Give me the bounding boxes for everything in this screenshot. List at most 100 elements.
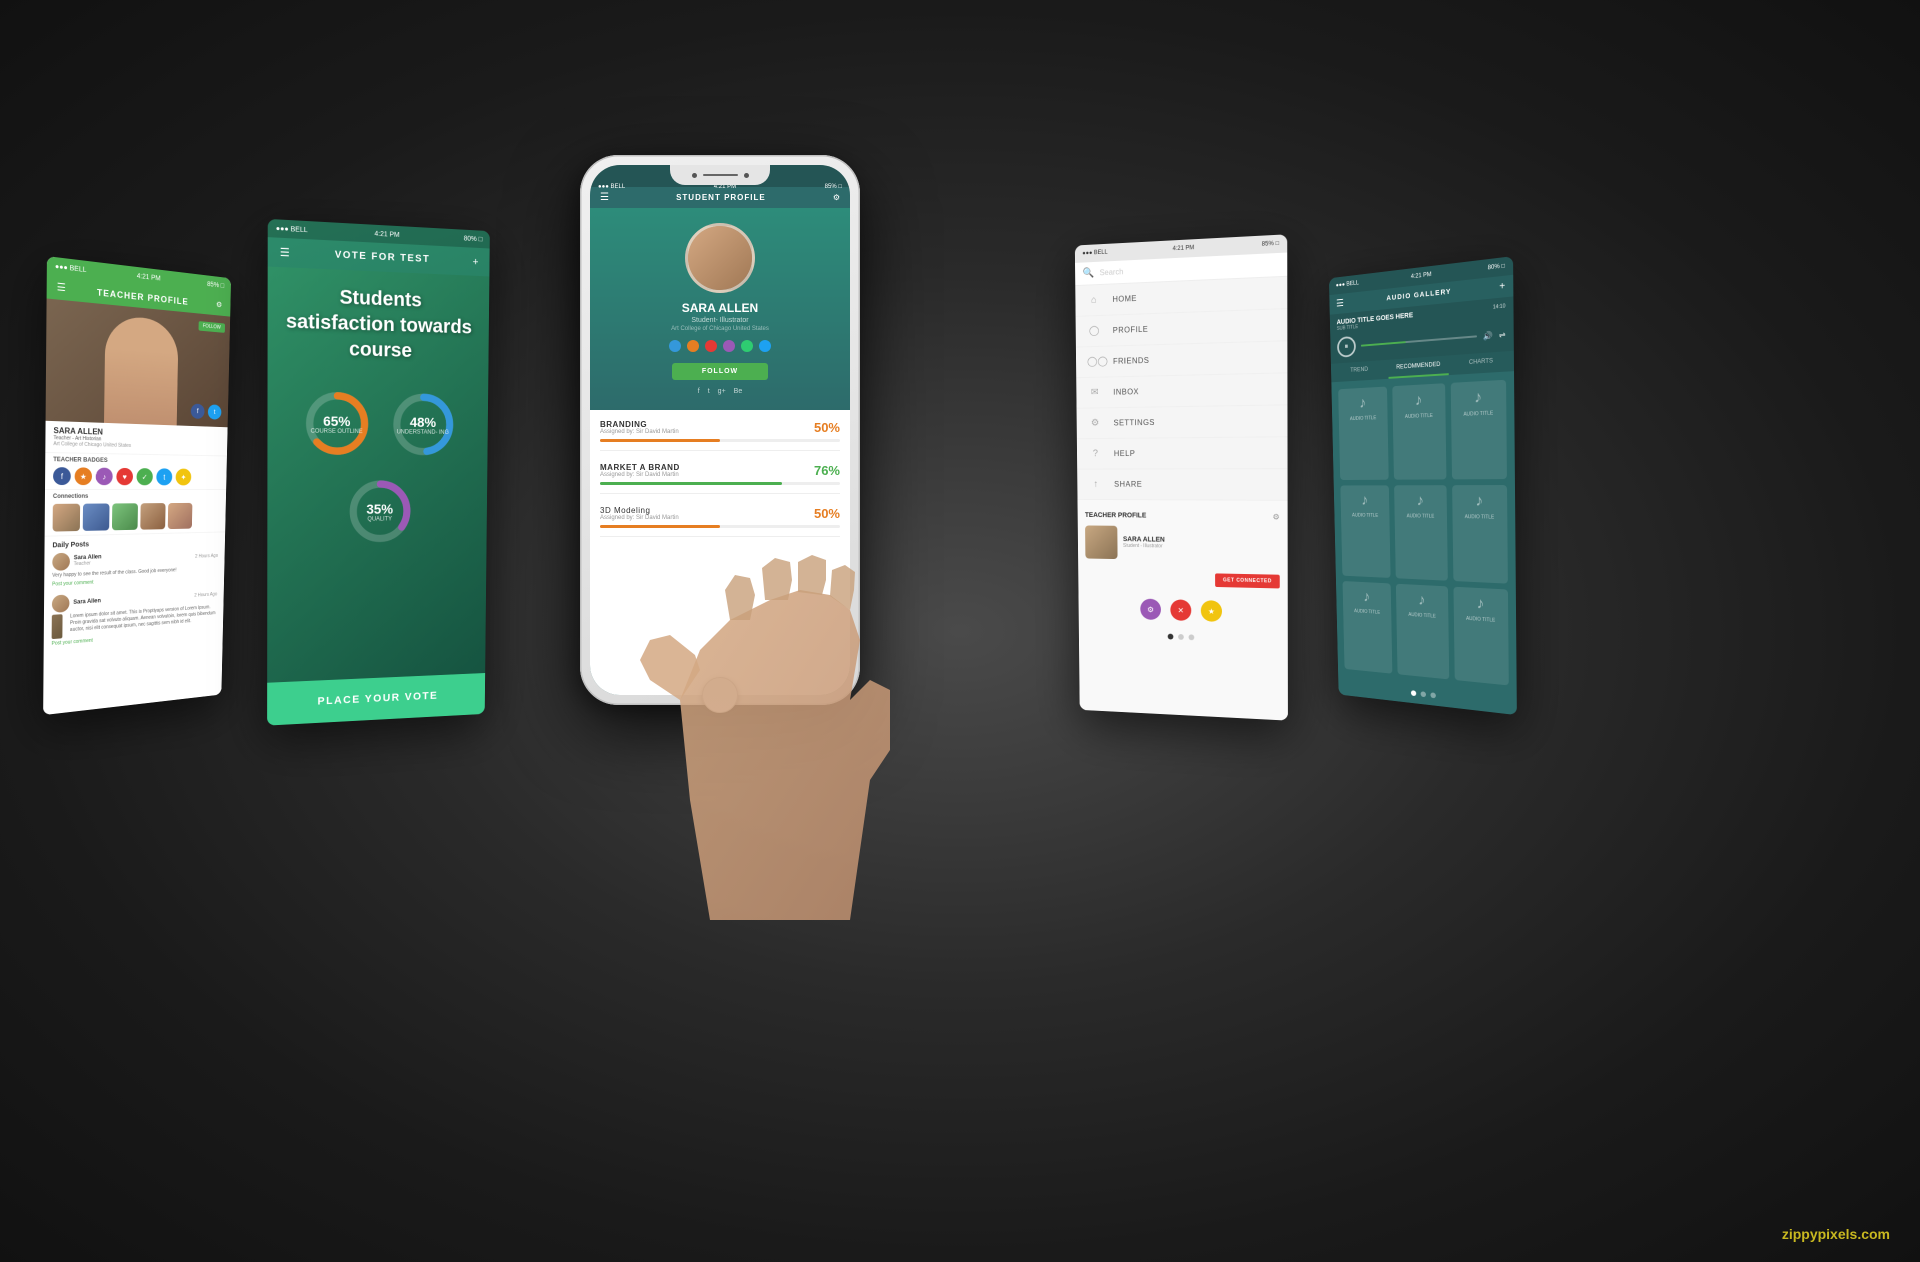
- camera: [692, 173, 697, 178]
- audio-item-3[interactable]: ♪ AUDIO TITLE: [1450, 380, 1507, 480]
- dot-blue: [669, 340, 681, 352]
- shuffle-icon: ⇌: [1499, 329, 1506, 339]
- vote-screen: ●●● BELL 4:21 PM 80% □ ☰ VOTE FOR TEST +…: [267, 219, 490, 726]
- post2-time: 2 Hours Ago: [194, 592, 217, 599]
- post1-role: Teacher: [74, 560, 102, 567]
- audio-status-signal: ●●● BELL: [1336, 280, 1359, 288]
- student-profile-title: STUDENT PROFILE: [676, 193, 766, 202]
- vote-status-time: 4:21 PM: [374, 230, 399, 238]
- student-school: Art College of Chicago United States: [600, 326, 840, 332]
- settings-icon: ⚙: [1088, 418, 1103, 429]
- app-icon-3[interactable]: ★: [1201, 600, 1222, 622]
- status-time: 4:21 PM: [137, 272, 161, 282]
- post2-image: [52, 614, 63, 639]
- chart2-pct: 48%: [397, 414, 449, 430]
- post2-author: Sara Allen: [73, 598, 101, 605]
- search-teacher-label: TEACHER PROFILE: [1085, 512, 1146, 519]
- audio-item-6-title: AUDIO TITLE: [1465, 515, 1495, 521]
- teacher-mini-role: Student - Illustrator: [1123, 543, 1280, 551]
- audio-item-8[interactable]: ♪ AUDIO TITLE: [1396, 583, 1449, 679]
- social-tw: t: [708, 388, 710, 395]
- badges-label: TEACHER BADGES: [53, 457, 220, 465]
- app-icon-2[interactable]: ✕: [1170, 599, 1191, 621]
- menu-list: ⌂ HOME ◯ PROFILE ◯◯ FRIENDS ✉ INBOX ⚙: [1075, 277, 1287, 501]
- student-follow-button[interactable]: FOLLOW: [672, 363, 768, 380]
- main-scene: ●●● BELL 4:21 PM 85% □ ☰ TEACHER PROFILE…: [0, 0, 1920, 1262]
- audio-item-2[interactable]: ♪ AUDIO TITLE: [1393, 383, 1447, 480]
- note-icon-1: ♪: [1359, 395, 1366, 412]
- menu-settings[interactable]: ⚙ SETTINGS: [1077, 405, 1288, 439]
- course1-assigned: Assigned by: Sir David Martin: [600, 429, 679, 435]
- conn-1: [53, 504, 81, 532]
- dot-lightblue: [759, 340, 771, 352]
- app-icon-1[interactable]: ⚙: [1140, 599, 1161, 621]
- search-status-time: 4:21 PM: [1173, 245, 1195, 252]
- inbox-icon: ✉: [1087, 387, 1102, 398]
- menu-friends[interactable]: ◯◯ FRIENDS: [1076, 341, 1288, 378]
- watermark-suffix: .com: [1857, 1226, 1890, 1242]
- audio-item-6[interactable]: ♪ AUDIO TITLE: [1452, 485, 1508, 583]
- audio-status-battery: 80% □: [1488, 263, 1505, 271]
- get-connected-button[interactable]: GET CONNECTED: [1215, 573, 1280, 588]
- menu-share[interactable]: ↑ SHARE: [1077, 469, 1287, 501]
- progress-bar: [1361, 335, 1477, 346]
- audio-item-7[interactable]: ♪ AUDIO TITLE: [1343, 581, 1393, 674]
- audio-dot-1: [1411, 690, 1416, 696]
- audio-item-4[interactable]: ♪ AUDIO TITLE: [1340, 486, 1390, 578]
- conn-3: [112, 503, 138, 530]
- follow-button[interactable]: FOLLOW: [198, 321, 225, 333]
- student-role: Student- Illustrator: [600, 317, 840, 324]
- audio-gallery-screen: ●●● BELL 4:21 PM 80% □ ☰ AUDIO GALLERY +…: [1329, 256, 1517, 715]
- twitter-icon: t: [208, 404, 222, 419]
- teacher-profile-screen: ●●● BELL 4:21 PM 85% □ ☰ TEACHER PROFILE…: [43, 256, 231, 715]
- share-label: SHARE: [1114, 480, 1142, 489]
- note-icon-9: ♪: [1476, 595, 1484, 613]
- badge-2: ★: [75, 467, 93, 485]
- watermark-highlight: pixels: [1818, 1226, 1858, 1242]
- note-icon-2: ♪: [1415, 392, 1423, 410]
- settings-label: SETTINGS: [1114, 418, 1155, 427]
- search-input[interactable]: Search: [1100, 260, 1280, 277]
- vote-title: VOTE FOR TEST: [290, 247, 473, 267]
- badge-6: t: [156, 468, 172, 485]
- vote-heading: Students satisfaction towards course: [283, 282, 476, 365]
- status-battery: 85% □: [207, 281, 224, 290]
- badge-5: ✓: [136, 468, 152, 485]
- menu-inbox[interactable]: ✉ INBOX: [1076, 373, 1287, 408]
- audio-item-1[interactable]: ♪ AUDIO TITLE: [1338, 387, 1389, 481]
- search-screen: ●●● BELL 4:21 PM 85% □ 🔍 Search ⌂ HOME ◯…: [1075, 234, 1288, 720]
- conn-2: [83, 503, 110, 530]
- post1-time: 2 Hours Ago: [195, 553, 218, 559]
- audio-item-4-title: AUDIO TITLE: [1352, 513, 1378, 519]
- audio-item-9[interactable]: ♪ AUDIO TITLE: [1453, 586, 1509, 685]
- badge-3: ♪: [96, 468, 113, 486]
- post1-avatar: [52, 553, 70, 571]
- menu-help[interactable]: ? HELP: [1077, 437, 1288, 469]
- teacher-mini-avatar: [1085, 525, 1118, 559]
- dot-red: [705, 340, 717, 352]
- audio-item-5[interactable]: ♪ AUDIO TITLE: [1394, 486, 1447, 581]
- course2-name: MARKET A BRAND: [600, 463, 680, 472]
- social-g: g+: [718, 388, 726, 395]
- social-be: Be: [734, 388, 743, 395]
- audio-item-2-title: AUDIO TITLE: [1405, 413, 1433, 420]
- student-name: SARA ALLEN: [600, 301, 840, 315]
- audio-item-9-title: AUDIO TITLE: [1466, 616, 1495, 624]
- vote-status-signal: ●●● BELL: [276, 225, 308, 234]
- course1-bar: [600, 439, 840, 442]
- chart-course-outline: 65% COURSE OUTLINE: [300, 386, 373, 461]
- post-1: Sara Allen Teacher 2 Hours Ago Very happ…: [52, 548, 218, 588]
- badge-1: f: [53, 467, 71, 485]
- note-icon-4: ♪: [1361, 493, 1368, 510]
- status-signal: ●●● BELL: [55, 263, 87, 274]
- chart-understanding: 48% UNDERSTAND- ING: [387, 388, 458, 461]
- pause-button[interactable]: ⏸: [1337, 336, 1356, 358]
- place-vote-button[interactable]: PLACE YOUR VOTE: [283, 689, 471, 710]
- speaker: [703, 174, 738, 176]
- friends-label: FRIENDS: [1113, 356, 1149, 366]
- dot-3: [1189, 634, 1195, 640]
- chart3-pct: 35%: [366, 501, 393, 517]
- dot-purple: [723, 340, 735, 352]
- chart1-pct: 65%: [311, 412, 363, 428]
- volume-icon: 🔊: [1483, 330, 1493, 340]
